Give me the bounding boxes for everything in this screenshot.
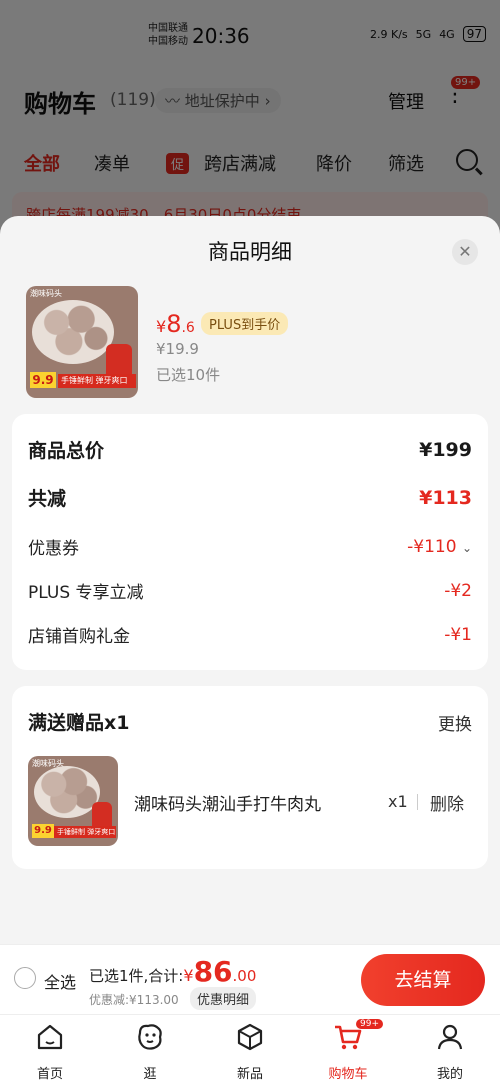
price-summary-card: 商品总价 ¥199 共减 ¥113 优惠券 -¥110 ⌄ PLUS 专享立减 … <box>12 414 488 670</box>
selected-summary: 已选1件,合计: <box>89 967 184 985</box>
selected-quantity: 已选10件 <box>156 366 221 384</box>
thumbnail-brand: 潮味码头 <box>30 289 62 298</box>
discount-detail-button[interactable]: 优惠明细 <box>190 987 257 1010</box>
gift-thumbnail-banner: 手锤鲜制 弹牙爽口 <box>54 826 116 838</box>
total-price-value: ¥199 <box>419 438 472 461</box>
tab-home[interactable]: 首页 <box>14 1021 86 1082</box>
tab-mine[interactable]: 我的 <box>414 1021 486 1082</box>
checkout-bar: 全选 已选1件,合计:¥86.00 优惠减:¥113.00 优惠明细 去结算 <box>0 944 500 1014</box>
box-icon <box>237 1023 263 1051</box>
total-price-label: 商品总价 <box>28 440 105 462</box>
gift-card: 满送赠品x1 更换 潮味码头 9.9 手锤鲜制 弹牙爽口 潮味码头潮汕手打牛肉丸… <box>12 686 488 869</box>
close-icon[interactable]: ✕ <box>452 239 478 265</box>
original-price: ¥19.9 <box>156 340 199 358</box>
coupon-row[interactable]: 优惠券 -¥110 ⌄ <box>28 534 472 560</box>
bottom-tab-bar: 首页 逛 新品 99+ 购物车 我的 <box>0 1014 500 1083</box>
gift-thumbnail-price: 9.9 <box>32 824 54 838</box>
divider <box>417 794 418 810</box>
gift-quantity: x1 <box>388 792 408 811</box>
home-icon <box>37 1024 63 1050</box>
plus-discount-value: -¥2 <box>444 580 472 601</box>
total-currency: ¥ <box>183 966 194 985</box>
thumbnail-person <box>106 344 132 376</box>
chevron-down-icon: ⌄ <box>461 540 472 555</box>
total-discount-label: 共减 <box>28 488 67 510</box>
total-price-row: 商品总价 ¥199 <box>28 436 472 463</box>
coupon-label: 优惠券 <box>28 539 79 559</box>
checkout-button[interactable]: 去结算 <box>361 954 485 1006</box>
select-all-label[interactable]: 全选 <box>44 969 76 993</box>
tab-mine-label: 我的 <box>436 1067 463 1082</box>
coupon-value: -¥110 <box>407 536 457 557</box>
price-integer: 8 <box>166 310 182 338</box>
tab-new[interactable]: 新品 <box>214 1021 286 1082</box>
gift-delete-button[interactable]: 删除 <box>430 790 464 815</box>
thumbnail-person <box>92 802 112 828</box>
tab-cart-label: 购物车 <box>328 1067 368 1082</box>
shop-gift-label: 店铺首购礼金 <box>28 627 130 647</box>
meatball-bowl-image <box>34 766 100 818</box>
product-detail-sheet: 商品明细 ✕ 潮味码头 9.9 手锤鲜制 弹牙爽口 ¥8.6 PLUS到手价 ¥… <box>0 216 500 944</box>
price-decimal: .6 <box>181 320 195 336</box>
total-discount-row: 共减 ¥113 <box>28 484 472 511</box>
price-currency: ¥ <box>156 317 167 336</box>
sheet-title: 商品明细 <box>208 240 292 264</box>
browse-icon <box>138 1024 162 1050</box>
discount-amount: 优惠减:¥113.00 <box>89 993 179 1007</box>
tab-browse-label: 逛 <box>143 1067 157 1082</box>
user-icon <box>437 1024 463 1050</box>
tab-browse[interactable]: 逛 <box>114 1021 186 1082</box>
total-decimal: .00 <box>232 967 257 985</box>
shop-gift-row: 店铺首购礼金 -¥1 <box>28 622 472 648</box>
gift-title: 满送赠品x1 <box>28 712 130 734</box>
shop-gift-value: -¥1 <box>444 624 472 645</box>
meatball-bowl-image <box>32 300 114 364</box>
total-line: 已选1件,合计:¥86.00 <box>89 955 256 988</box>
plus-discount-label: PLUS 专享立减 <box>28 583 144 603</box>
gift-change-button[interactable]: 更换 <box>438 710 472 735</box>
product-price: ¥8.6 <box>156 310 195 338</box>
gift-name[interactable]: 潮味码头潮汕手打牛肉丸 <box>134 790 362 815</box>
product-thumbnail[interactable]: 潮味码头 9.9 手锤鲜制 弹牙爽口 <box>26 286 138 398</box>
cart-badge: 99+ <box>356 1019 383 1029</box>
thumbnail-price: 9.9 <box>30 372 56 388</box>
select-all-checkbox[interactable] <box>14 967 36 989</box>
tab-new-label: 新品 <box>236 1067 263 1082</box>
gift-thumbnail[interactable]: 潮味码头 9.9 手锤鲜制 弹牙爽口 <box>28 756 118 846</box>
tab-cart[interactable]: 99+ 购物车 <box>312 1019 384 1082</box>
plus-price-tag: PLUS到手价 <box>201 312 289 335</box>
total-discount-value: ¥113 <box>419 486 472 509</box>
total-integer: 86 <box>193 955 233 988</box>
thumbnail-banner: 手锤鲜制 弹牙爽口 <box>58 374 136 388</box>
plus-discount-row: PLUS 专享立减 -¥2 <box>28 578 472 604</box>
tab-home-label: 首页 <box>36 1067 63 1082</box>
